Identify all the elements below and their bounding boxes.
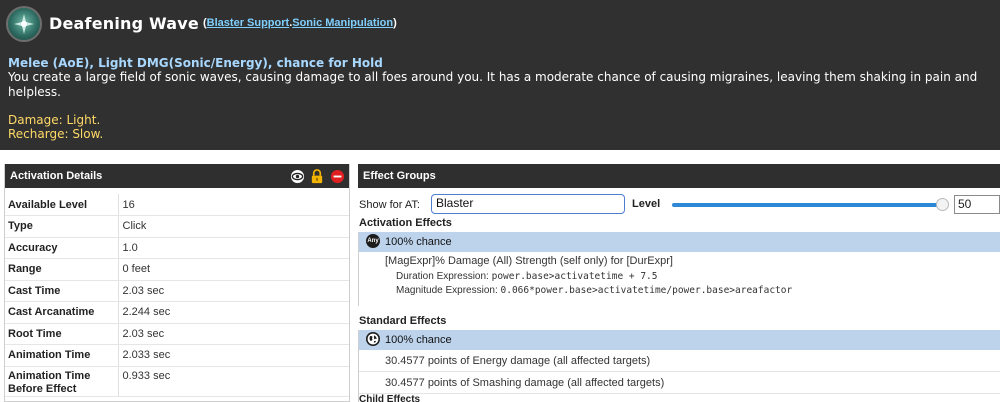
detail-value: 2.033 sec	[118, 344, 349, 367]
duration-expression: Duration Expression: power.base>activate…	[396, 271, 658, 282]
detail-value: 0 feet	[118, 258, 349, 281]
recharge-summary: Recharge: Slow.	[8, 127, 104, 141]
detail-label: Type	[5, 215, 119, 238]
detail-label: Cast Arcanatime	[5, 301, 119, 324]
table-row: Animation Time Before Effect 0.933 sec	[5, 366, 349, 397]
detail-value: Click	[118, 215, 349, 238]
chance-bar: 100% chance	[359, 330, 1000, 350]
at-level-controls: Show for AT: Blaster Level 50	[358, 194, 1000, 216]
power-title: Deafening Wave	[49, 14, 199, 33]
powerset-name-link[interactable]: Sonic Manipulation	[292, 17, 393, 29]
power-icon	[6, 6, 42, 42]
table-row: Cast Arcanatime 2.244 sec	[5, 301, 349, 324]
detail-label: Available Level	[5, 194, 119, 216]
table-row: Available Level 16	[5, 194, 349, 216]
table-row: Animation Time 2.033 sec	[5, 344, 349, 367]
lock-icon[interactable]	[309, 168, 325, 184]
activation-effects-title: Activation Effects	[359, 217, 452, 229]
child-effects-title: Child Effects	[359, 394, 421, 402]
power-description: You create a large field of sonic waves,…	[8, 70, 978, 99]
powerset-breadcrumb: (Blaster Support.Sonic Manipulation)	[203, 17, 397, 29]
any-target-icon: Any	[366, 234, 380, 248]
activation-details-title: Activation Details	[10, 170, 103, 182]
minus-circle-icon[interactable]	[329, 168, 345, 184]
power-tagline: Melee (AoE), Light DMG(Sonic/Energy), ch…	[8, 56, 383, 70]
activation-effect-group: Any 100% chance [MagExpr]% Damage (All) …	[358, 232, 1000, 306]
list-item: 30.4577 points of Smashing damage (all a…	[359, 372, 1000, 394]
detail-value: 2.03 sec	[118, 323, 349, 345]
list-item: 30.4577 points of Energy damage (all aff…	[359, 350, 1000, 372]
standard-effect-group: 100% chance 30.4577 points of Energy dam…	[358, 330, 1000, 402]
table-row: Range 0 feet	[5, 258, 349, 281]
damage-summary: Damage: Light.	[8, 113, 101, 127]
detail-label: Cast Time	[5, 280, 119, 302]
detail-value: 16	[118, 194, 349, 216]
table-row: Cast Time 2.03 sec	[5, 280, 349, 302]
detail-value: 0.933 sec	[118, 366, 349, 397]
detail-label: Animation Time	[5, 344, 119, 367]
effect-groups-header: Effect Groups	[358, 164, 1000, 188]
chance-bar: Any 100% chance	[359, 232, 1000, 252]
detail-label: Accuracy	[5, 237, 119, 259]
table-row: Type Click	[5, 215, 349, 238]
magnitude-expression: Magnitude Expression: 0.066*power.base>a…	[396, 285, 793, 296]
detail-label: Root Time	[5, 323, 119, 345]
globe-icon	[366, 332, 380, 346]
at-select[interactable]: Blaster	[431, 194, 625, 214]
effect-groups-panel: Effect Groups Show for AT: Blaster Level…	[358, 164, 1000, 402]
level-label: Level	[632, 198, 661, 210]
detail-value: 2.03 sec	[118, 280, 349, 302]
level-slider-track[interactable]	[672, 203, 942, 207]
level-input[interactable]: 50	[954, 195, 1000, 214]
table-row: Accuracy 1.0	[5, 237, 349, 259]
activation-details-header: Activation Details	[5, 164, 349, 188]
power-header: Deafening Wave (Blaster Support.Sonic Ma…	[0, 0, 1000, 150]
eye-icon[interactable]	[289, 168, 305, 184]
detail-label: Range	[5, 258, 119, 281]
detail-value: 1.0	[118, 237, 349, 259]
chance-label: 100% chance	[385, 236, 452, 248]
detail-value: 2.244 sec	[118, 301, 349, 324]
at-label: Show for AT:	[359, 199, 420, 211]
effect-description: [MagExpr]% Damage (All) Strength (self o…	[385, 255, 673, 267]
activation-details-panel: Activation Details Available Level 16 Typ…	[4, 164, 350, 402]
detail-label: Animation Time Before Effect	[5, 366, 119, 397]
effect-groups-title: Effect Groups	[363, 170, 436, 182]
level-slider-thumb[interactable]	[936, 198, 949, 211]
chance-label: 100% chance	[385, 334, 452, 346]
powerset-category-link[interactable]: Blaster Support	[207, 17, 290, 29]
activation-details-table: Available Level 16 Type Click Accuracy 1.0 …	[5, 194, 349, 397]
table-row: Root Time 2.03 sec	[5, 323, 349, 345]
standard-effects-title: Standard Effects	[359, 315, 447, 327]
